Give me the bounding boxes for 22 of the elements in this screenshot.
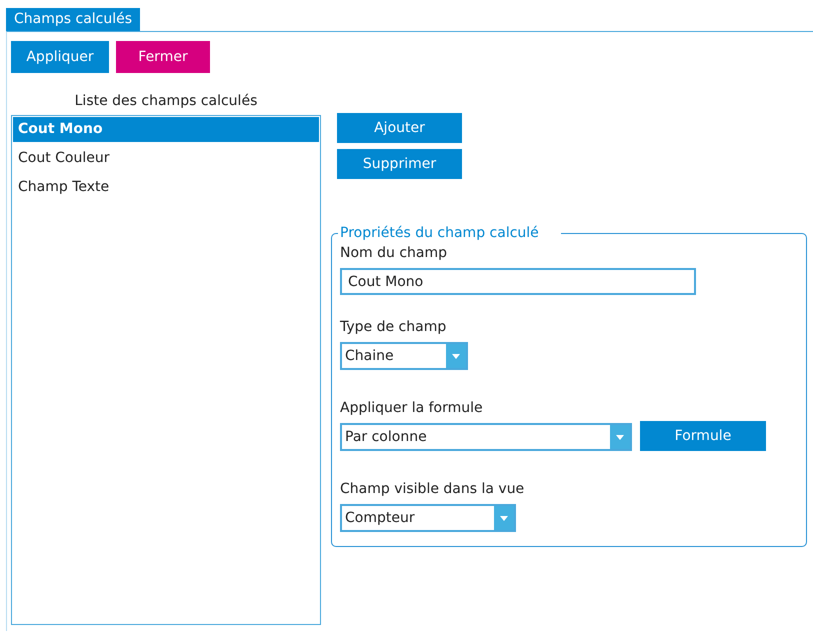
- add-button[interactable]: Ajouter: [337, 113, 462, 143]
- field-label: Nom du champ: [340, 245, 448, 261]
- dropdown[interactable]: Par colonne: [340, 423, 632, 451]
- field-label: Champ visible dans la vue: [340, 481, 526, 497]
- input-field[interactable]: Cout Mono: [340, 268, 696, 295]
- list-item[interactable]: Cout Couleur: [13, 146, 319, 171]
- tab[interactable]: Champs calculés: [6, 8, 140, 31]
- field-label: Type de champ: [340, 319, 448, 335]
- dropdown[interactable]: Chaine: [340, 342, 468, 370]
- field-label: Appliquer la formule: [340, 400, 484, 416]
- list-item[interactable]: Champ Texte: [13, 175, 319, 200]
- list-item[interactable]: Cout Mono: [13, 117, 319, 142]
- close-button[interactable]: Fermer: [116, 41, 210, 73]
- list-caption: Liste des champs calculés: [74, 93, 258, 109]
- caret-icon: [452, 354, 460, 358]
- dropdown[interactable]: Compteur: [340, 504, 516, 532]
- delete-button[interactable]: Supprimer: [337, 149, 462, 179]
- caret-icon: [616, 434, 624, 440]
- caret-icon: [500, 516, 508, 520]
- apply-button[interactable]: Appliquer: [11, 41, 109, 73]
- formula-button[interactable]: Formule: [640, 421, 766, 451]
- panel-legend: Propriétés du champ calculé: [338, 225, 561, 241]
